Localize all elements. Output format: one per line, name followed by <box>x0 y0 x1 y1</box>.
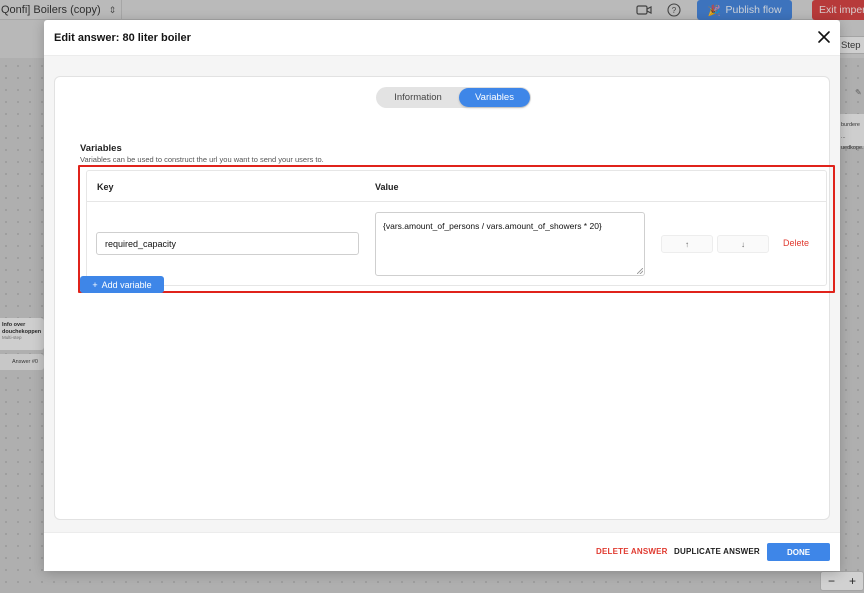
add-variable-label: Add variable <box>101 279 152 290</box>
tab-information[interactable]: Information <box>377 88 459 107</box>
section-title: Variables <box>80 143 122 154</box>
tab-variables[interactable]: Variables <box>459 88 530 107</box>
content-card: Information Variables Variables Variable… <box>54 76 835 520</box>
add-variable-button[interactable]: + Add variable <box>80 276 164 293</box>
modal-body: Information Variables Variables Variable… <box>44 56 840 532</box>
plus-icon: + <box>92 279 98 290</box>
modal-title: Edit answer: 80 liter boiler <box>54 31 191 44</box>
close-icon[interactable] <box>817 30 831 44</box>
highlight-annotation <box>78 165 835 293</box>
tab-switcher: Information Variables <box>376 87 531 108</box>
modal-header: Edit answer: 80 liter boiler <box>44 20 840 56</box>
modal-footer: DELETE ANSWER DUPLICATE ANSWER DONE <box>44 532 840 571</box>
duplicate-answer-button[interactable]: DUPLICATE ANSWER <box>674 547 760 556</box>
delete-answer-button[interactable]: DELETE ANSWER <box>596 547 668 556</box>
section-description: Variables can be used to construct the u… <box>80 155 324 164</box>
tab-information-label: Information <box>394 92 442 103</box>
done-label: DONE <box>786 547 811 557</box>
tab-variables-label: Variables <box>475 92 514 103</box>
done-button[interactable]: DONE <box>767 543 830 561</box>
edit-answer-modal: Edit answer: 80 liter boiler Information… <box>44 20 840 571</box>
